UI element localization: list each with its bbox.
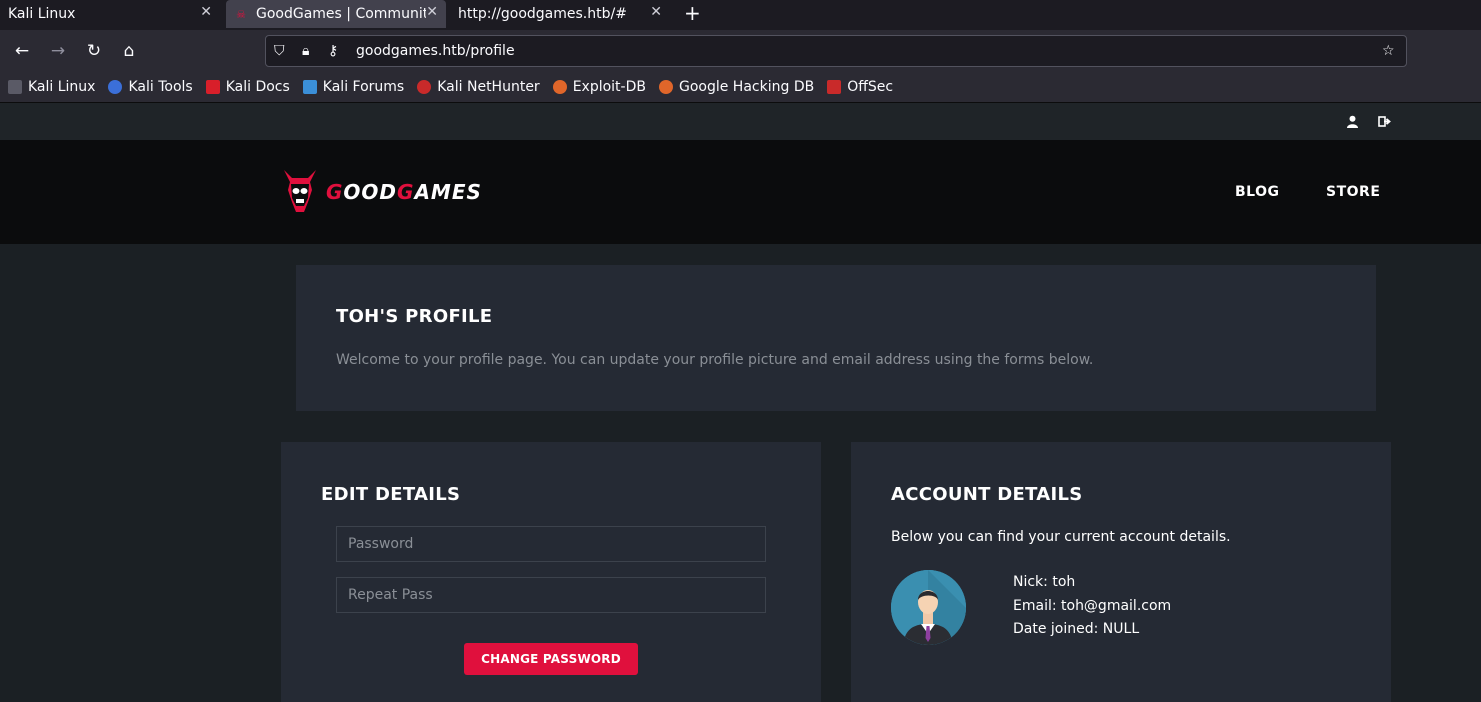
- new-tab-icon[interactable]: +: [684, 1, 701, 25]
- bookmark-kali-forums[interactable]: Kali Forums: [302, 79, 405, 95]
- bookmark-label: Kali Docs: [225, 79, 290, 95]
- url-text[interactable]: goodgames.htb/profile: [356, 43, 515, 59]
- site-logo[interactable]: GOODGAMES: [280, 168, 482, 216]
- tab-title: GoodGames | Community and Store: [256, 6, 426, 22]
- logo-wordmark: GOODGAMES: [326, 180, 482, 204]
- tab-goodgames-hash[interactable]: http://goodgames.htb/# ✕: [450, 0, 670, 28]
- edit-details-panel: EDIT DETAILS Password Repeat Pass CHANGE…: [281, 442, 821, 702]
- key-icon[interactable]: ⚷: [328, 43, 338, 59]
- avatar: [891, 570, 966, 645]
- bookmark-label: Kali Linux: [28, 79, 96, 95]
- account-details-subtitle: Below you can find your current account …: [891, 529, 1231, 545]
- shield-icon[interactable]: ⛉: [274, 43, 285, 59]
- bookmark-kali-tools[interactable]: Kali Tools: [108, 79, 193, 95]
- account-details-title: ACCOUNT DETAILS: [891, 484, 1083, 505]
- kali-tools-icon: [108, 80, 123, 94]
- nav-store[interactable]: STORE: [1326, 184, 1380, 200]
- skull-logo-icon: [284, 170, 316, 212]
- profile-intro-text: Welcome to your profile page. You can up…: [336, 352, 1094, 368]
- goodgames-favicon-icon: ☠: [236, 7, 246, 21]
- bookmark-google-hacking-db[interactable]: Google Hacking DB: [658, 79, 815, 95]
- bookmark-label: Kali Forums: [322, 79, 405, 95]
- tab-title: http://goodgames.htb/#: [458, 6, 627, 22]
- bookmark-offsec[interactable]: OffSec: [827, 79, 893, 95]
- nethunter-icon: [417, 80, 432, 94]
- exploit-db-icon: [552, 80, 567, 94]
- back-icon[interactable]: ←: [11, 40, 33, 62]
- lock-icon[interactable]: 🔒︎: [302, 43, 309, 59]
- tab-title: Kali Linux: [8, 6, 76, 22]
- repeat-password-input[interactable]: Repeat Pass: [336, 577, 766, 613]
- bookmark-label: Google Hacking DB: [678, 79, 815, 95]
- ghdb-icon: [658, 80, 673, 94]
- bookmark-label: Kali Tools: [128, 79, 193, 95]
- edit-details-title: EDIT DETAILS: [321, 484, 461, 505]
- bookmarks-toolbar: Kali Linux Kali Tools Kali Docs Kali For…: [0, 72, 1481, 103]
- browser-tab-bar: Kali Linux ✕ ☠ GoodGames | Community and…: [0, 0, 1481, 30]
- forward-icon[interactable]: →: [47, 40, 69, 62]
- browser-nav-bar: ← → ↻ ⌂ ⛉ 🔒︎ ⚷ goodgames.htb/profile ☆: [0, 30, 1481, 72]
- nav-blog[interactable]: BLOG: [1235, 184, 1280, 200]
- kali-docs-icon: [205, 80, 220, 94]
- url-bar[interactable]: ⛉ 🔒︎ ⚷ goodgames.htb/profile ☆: [265, 35, 1407, 67]
- bookmark-kali-nethunter[interactable]: Kali NetHunter: [417, 79, 540, 95]
- bookmark-kali-linux[interactable]: Kali Linux: [8, 79, 95, 95]
- offsec-icon: [827, 80, 842, 94]
- bookmark-label: Exploit-DB: [572, 79, 646, 95]
- close-tab-icon[interactable]: ✕: [650, 4, 662, 20]
- profile-intro-panel: TOH'S PROFILE Welcome to your profile pa…: [296, 265, 1376, 411]
- nick-value: Nick: toh: [1013, 574, 1076, 590]
- tab-goodgames[interactable]: ☠ GoodGames | Community and Store ✕: [226, 0, 446, 28]
- user-icon[interactable]: [1346, 115, 1359, 132]
- change-password-button[interactable]: CHANGE PASSWORD: [464, 643, 638, 675]
- close-tab-icon[interactable]: ✕: [200, 4, 212, 20]
- close-tab-icon[interactable]: ✕: [426, 4, 438, 20]
- home-icon[interactable]: ⌂: [118, 40, 140, 62]
- tab-kali-linux[interactable]: Kali Linux ✕: [0, 0, 220, 28]
- site-header: GOODGAMES BLOG STORE: [0, 140, 1481, 244]
- bookmark-label: Kali NetHunter: [437, 79, 540, 95]
- site-top-strip: [0, 103, 1481, 140]
- date-joined-value: Date joined: NULL: [1013, 621, 1140, 637]
- bookmark-star-icon[interactable]: ☆: [1382, 43, 1395, 59]
- password-input[interactable]: Password: [336, 526, 766, 562]
- bookmark-label: OffSec: [847, 79, 894, 95]
- profile-title: TOH'S PROFILE: [336, 306, 493, 327]
- reload-icon[interactable]: ↻: [83, 40, 105, 62]
- avatar-person-icon: [891, 570, 966, 645]
- email-value: Email: toh@gmail.com: [1013, 598, 1172, 614]
- bookmark-exploit-db[interactable]: Exploit-DB: [552, 79, 646, 95]
- kali-dragon-icon: [8, 80, 22, 94]
- bookmark-kali-docs[interactable]: Kali Docs: [205, 79, 290, 95]
- kali-forums-icon: [302, 80, 317, 94]
- logout-icon[interactable]: [1378, 115, 1391, 132]
- account-details-panel: ACCOUNT DETAILS Below you can find your …: [851, 442, 1391, 702]
